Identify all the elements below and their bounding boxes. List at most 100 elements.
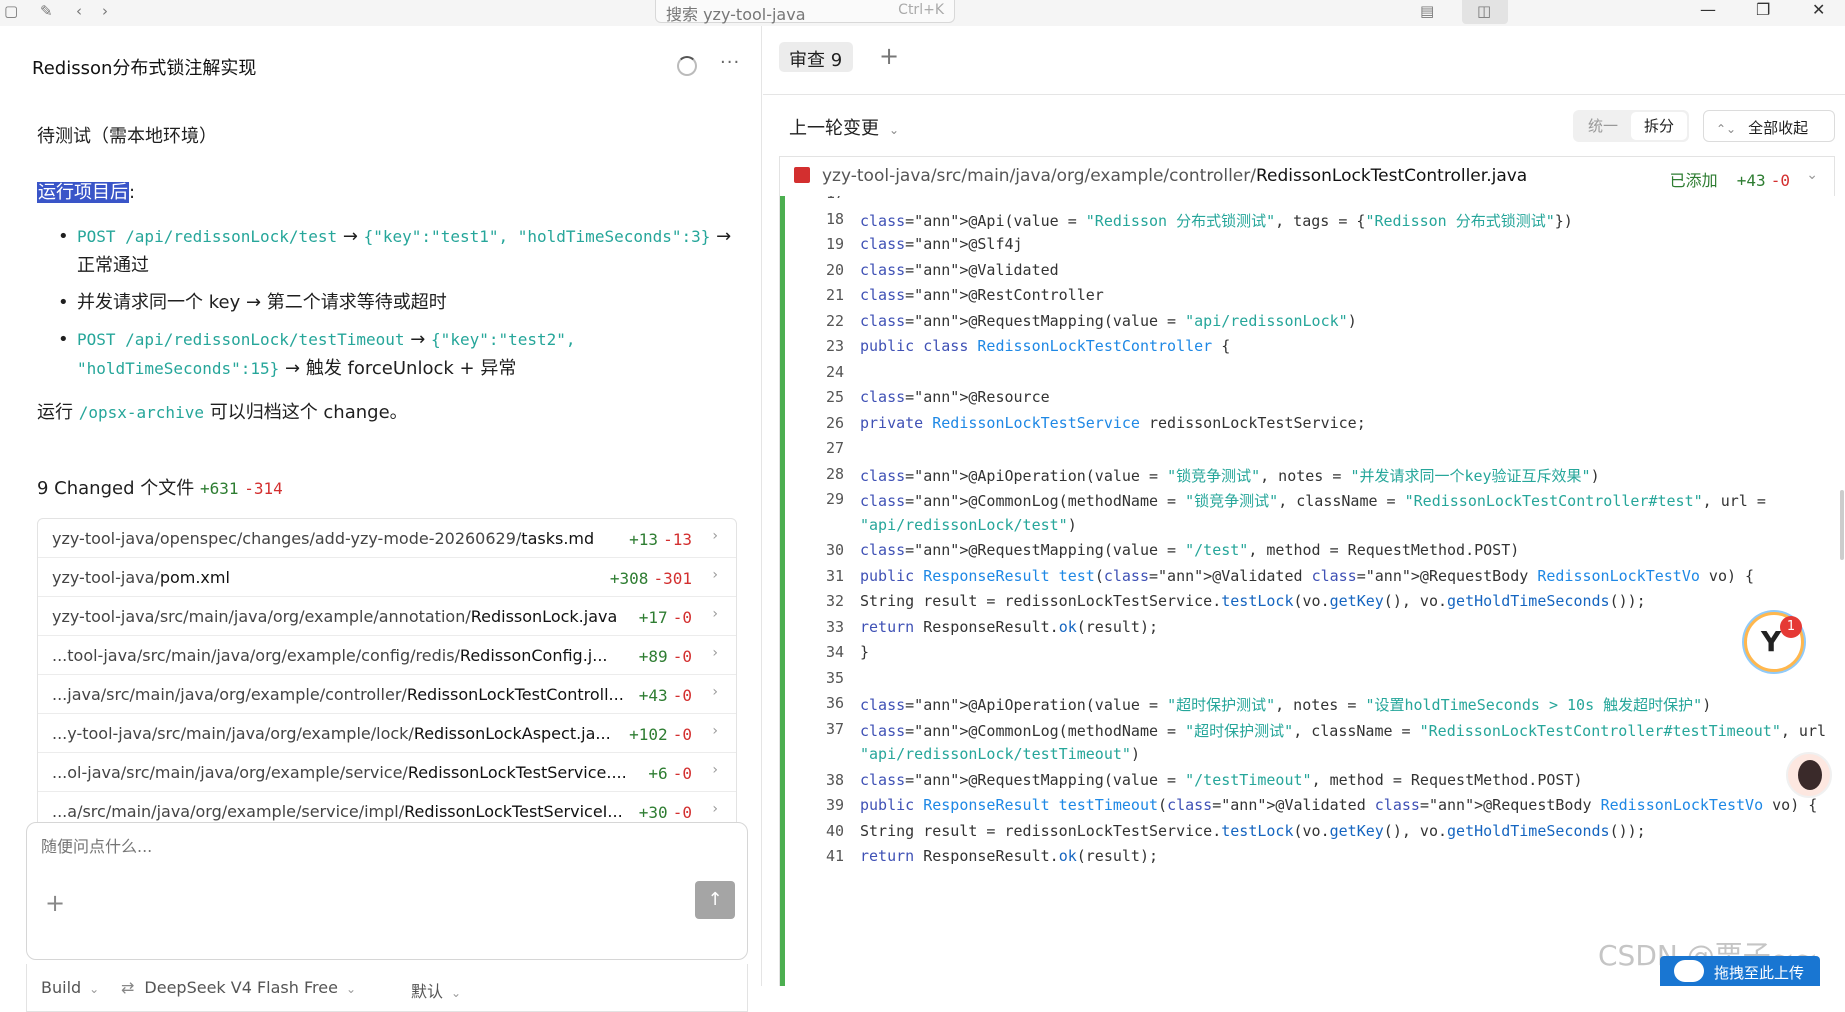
- model-select[interactable]: ⇄ DeepSeek V4 Flash Free ⌄: [121, 978, 356, 997]
- collapse-all-button[interactable]: ⌃⌄ 全部收起: [1703, 110, 1835, 142]
- archive-hint: 运行 /opsx-archive 可以归档这个 change。: [37, 402, 408, 423]
- file-row[interactable]: yzy-tool-java/pom.xml +308 -301 ›: [38, 558, 736, 597]
- code-text: class="ann">@ApiOperation(value = "超时保护测…: [860, 696, 1712, 714]
- chevron-right-icon: ›: [712, 645, 718, 661]
- code-text: class="ann">@Slf4j: [860, 235, 1023, 253]
- send-button[interactable]: ↑: [695, 881, 735, 919]
- file-stats: +17 -0: [638, 608, 692, 627]
- list-item: 并发请求同一个 key → 第二个请求等待或超时: [58, 288, 748, 317]
- test-steps-list: POST /api/redissonLock/test → {"key":"te…: [58, 222, 748, 391]
- code-text: "api/redissonLock/testTimeout"): [860, 745, 1140, 763]
- file-path: ...tool-java/src/main/java/org/example/c…: [52, 646, 608, 665]
- line-number: 24: [825, 362, 844, 381]
- file-row[interactable]: ...ol-java/src/main/java/org/example/ser…: [38, 753, 736, 792]
- chevron-down-icon[interactable]: ⌄: [1806, 167, 1818, 183]
- line-number: 25: [825, 388, 844, 406]
- chevron-down-icon: ⌄: [89, 982, 100, 996]
- file-row[interactable]: ...tool-java/src/main/java/org/example/c…: [38, 636, 736, 675]
- split-view-button[interactable]: 拆分: [1631, 112, 1687, 140]
- search-placeholder: 搜索 yzy-tool-java: [666, 5, 806, 24]
- file-path: yzy-tool-java/pom.xml: [52, 568, 230, 587]
- run-label: 运行项目后:: [37, 182, 136, 203]
- code-diff-view: 17 18 class="ann">@Api(value = "Redisson 分…: [779, 196, 1835, 986]
- status-text: 待测试（需本地环境）: [37, 126, 217, 147]
- back-icon[interactable]: ‹: [76, 2, 82, 20]
- chevron-down-icon: ⌄: [451, 986, 462, 1000]
- line-number: 36: [825, 694, 844, 712]
- review-panel: 审查 9 + 上一轮变更 ⌄ 统一 拆分 ⌃⌄ 全部收起 yzy-tool-java…: [763, 26, 1845, 986]
- line-number: 39: [825, 796, 844, 814]
- search-box[interactable]: 搜索 yzy-tool-java Ctrl+K: [655, 0, 955, 24]
- tab-review[interactable]: 审查 9: [779, 42, 853, 72]
- code-text: public ResponseResult testTimeout(class=…: [860, 796, 1818, 814]
- forward-icon[interactable]: ›: [102, 2, 108, 20]
- line-number: 29: [825, 490, 844, 508]
- changed-files-list: yzy-tool-java/openspec/changes/add-yzy-m…: [37, 518, 737, 832]
- changed-minus: -314: [244, 479, 283, 498]
- file-stats: +6 -0: [648, 764, 692, 783]
- code-text: class="ann">@Validated: [860, 260, 1059, 279]
- code-text: class="ann">@CommonLog(methodName = "锁竞争…: [860, 492, 1766, 510]
- attach-icon[interactable]: +: [45, 889, 65, 917]
- code-text: class="ann">@RestController: [860, 286, 1104, 304]
- line-number: 23: [825, 337, 844, 355]
- list-item: POST /api/redissonLock/testTimeout → {"k…: [58, 325, 748, 383]
- line-number: 35: [825, 668, 844, 687]
- file-path: ...y-tool-java/src/main/java/org/example…: [52, 724, 611, 743]
- chevron-right-icon: ›: [712, 801, 718, 817]
- line-number: 38: [825, 770, 844, 789]
- sidebar-toggle-icon[interactable]: ▢: [4, 2, 18, 20]
- line-number: 28: [825, 464, 844, 483]
- line-number: 27: [825, 439, 844, 457]
- code-text: class="ann">@RequestMapping(value = "/te…: [860, 541, 1520, 559]
- composer-toolbar: Build ⌄ ⇄ DeepSeek V4 Flash Free ⌄ 默认 ⌄: [26, 964, 748, 1012]
- file-path: ...ol-java/src/main/java/org/example/ser…: [52, 763, 627, 782]
- chevron-right-icon: ›: [712, 723, 718, 739]
- prev-change-select[interactable]: 上一轮变更 ⌄: [789, 114, 899, 140]
- list-item: POST /api/redissonLock/test → {"key":"te…: [58, 222, 748, 280]
- line-number: 40: [825, 821, 844, 840]
- mode-select[interactable]: Build ⌄: [41, 978, 99, 997]
- add-tab-icon[interactable]: +: [879, 42, 899, 70]
- close-icon[interactable]: ✕: [1812, 0, 1825, 19]
- more-options-icon[interactable]: ···: [720, 52, 740, 73]
- chevron-right-icon: ›: [712, 606, 718, 622]
- upload-button[interactable]: 拖拽至此上传: [1660, 956, 1820, 986]
- code-text: class="ann">@ApiOperation(value = "锁竞争测试…: [860, 466, 1600, 485]
- model-icon: ⇄: [121, 978, 135, 997]
- chevron-right-icon: ›: [712, 528, 718, 544]
- file-row[interactable]: ...y-tool-java/src/main/java/org/example…: [38, 714, 736, 753]
- scrollbar[interactable]: [1840, 490, 1844, 560]
- code-text: public ResponseResult test(class="ann">@…: [860, 566, 1755, 585]
- line-number: 32: [825, 592, 844, 610]
- unified-view-button[interactable]: 统一: [1575, 112, 1631, 140]
- line-number: 18: [825, 209, 844, 228]
- code-text: class="ann">@Api(value = "Redisson 分布式锁测…: [860, 211, 1573, 230]
- line-number: 41: [825, 847, 844, 865]
- variant-select[interactable]: 默认 ⌄: [411, 978, 461, 1002]
- restore-icon[interactable]: ❐: [1756, 0, 1770, 19]
- file-path: yzy-tool-java/src/main/java/org/example/…: [52, 607, 618, 626]
- file-row[interactable]: yzy-tool-java/src/main/java/org/example/…: [38, 597, 736, 636]
- line-number: 30: [825, 541, 844, 559]
- panel-toggle-button[interactable]: ◫: [1462, 0, 1508, 24]
- code-text: class="ann">@RequestMapping(value = "api…: [860, 311, 1357, 330]
- diff-file-header[interactable]: yzy-tool-java/src/main/java/org/example/…: [779, 156, 1835, 196]
- changed-files-heading: 9 Changed 个文件 +631 -314: [37, 478, 283, 499]
- file-row[interactable]: yzy-tool-java/openspec/changes/add-yzy-m…: [38, 519, 736, 558]
- file-stats: +13 -13: [629, 530, 692, 549]
- code-text: String result = redissonLockTestService.…: [860, 592, 1646, 610]
- chat-input[interactable]: [41, 837, 681, 856]
- title-bar: ▢ ✎ ‹ › 搜索 yzy-tool-java Ctrl+K ▤ ◫ — ❐ …: [0, 0, 1845, 26]
- avatar[interactable]: [1786, 752, 1832, 798]
- layout-icon[interactable]: ▤: [1420, 2, 1434, 20]
- file-row[interactable]: ...java/src/main/java/org/example/contro…: [38, 675, 736, 714]
- file-path: yzy-tool-java/openspec/changes/add-yzy-m…: [52, 529, 595, 548]
- line-number: 17: [794, 196, 844, 202]
- notification-badge: 1: [1780, 616, 1802, 638]
- diff-file-path: yzy-tool-java/src/main/java/org/example/…: [822, 166, 1528, 186]
- search-shortcut: Ctrl+K: [898, 2, 944, 18]
- minimize-icon[interactable]: —: [1700, 0, 1716, 19]
- new-chat-icon[interactable]: ✎: [40, 2, 53, 20]
- code-text: return ResponseResult.ok(result);: [860, 617, 1159, 636]
